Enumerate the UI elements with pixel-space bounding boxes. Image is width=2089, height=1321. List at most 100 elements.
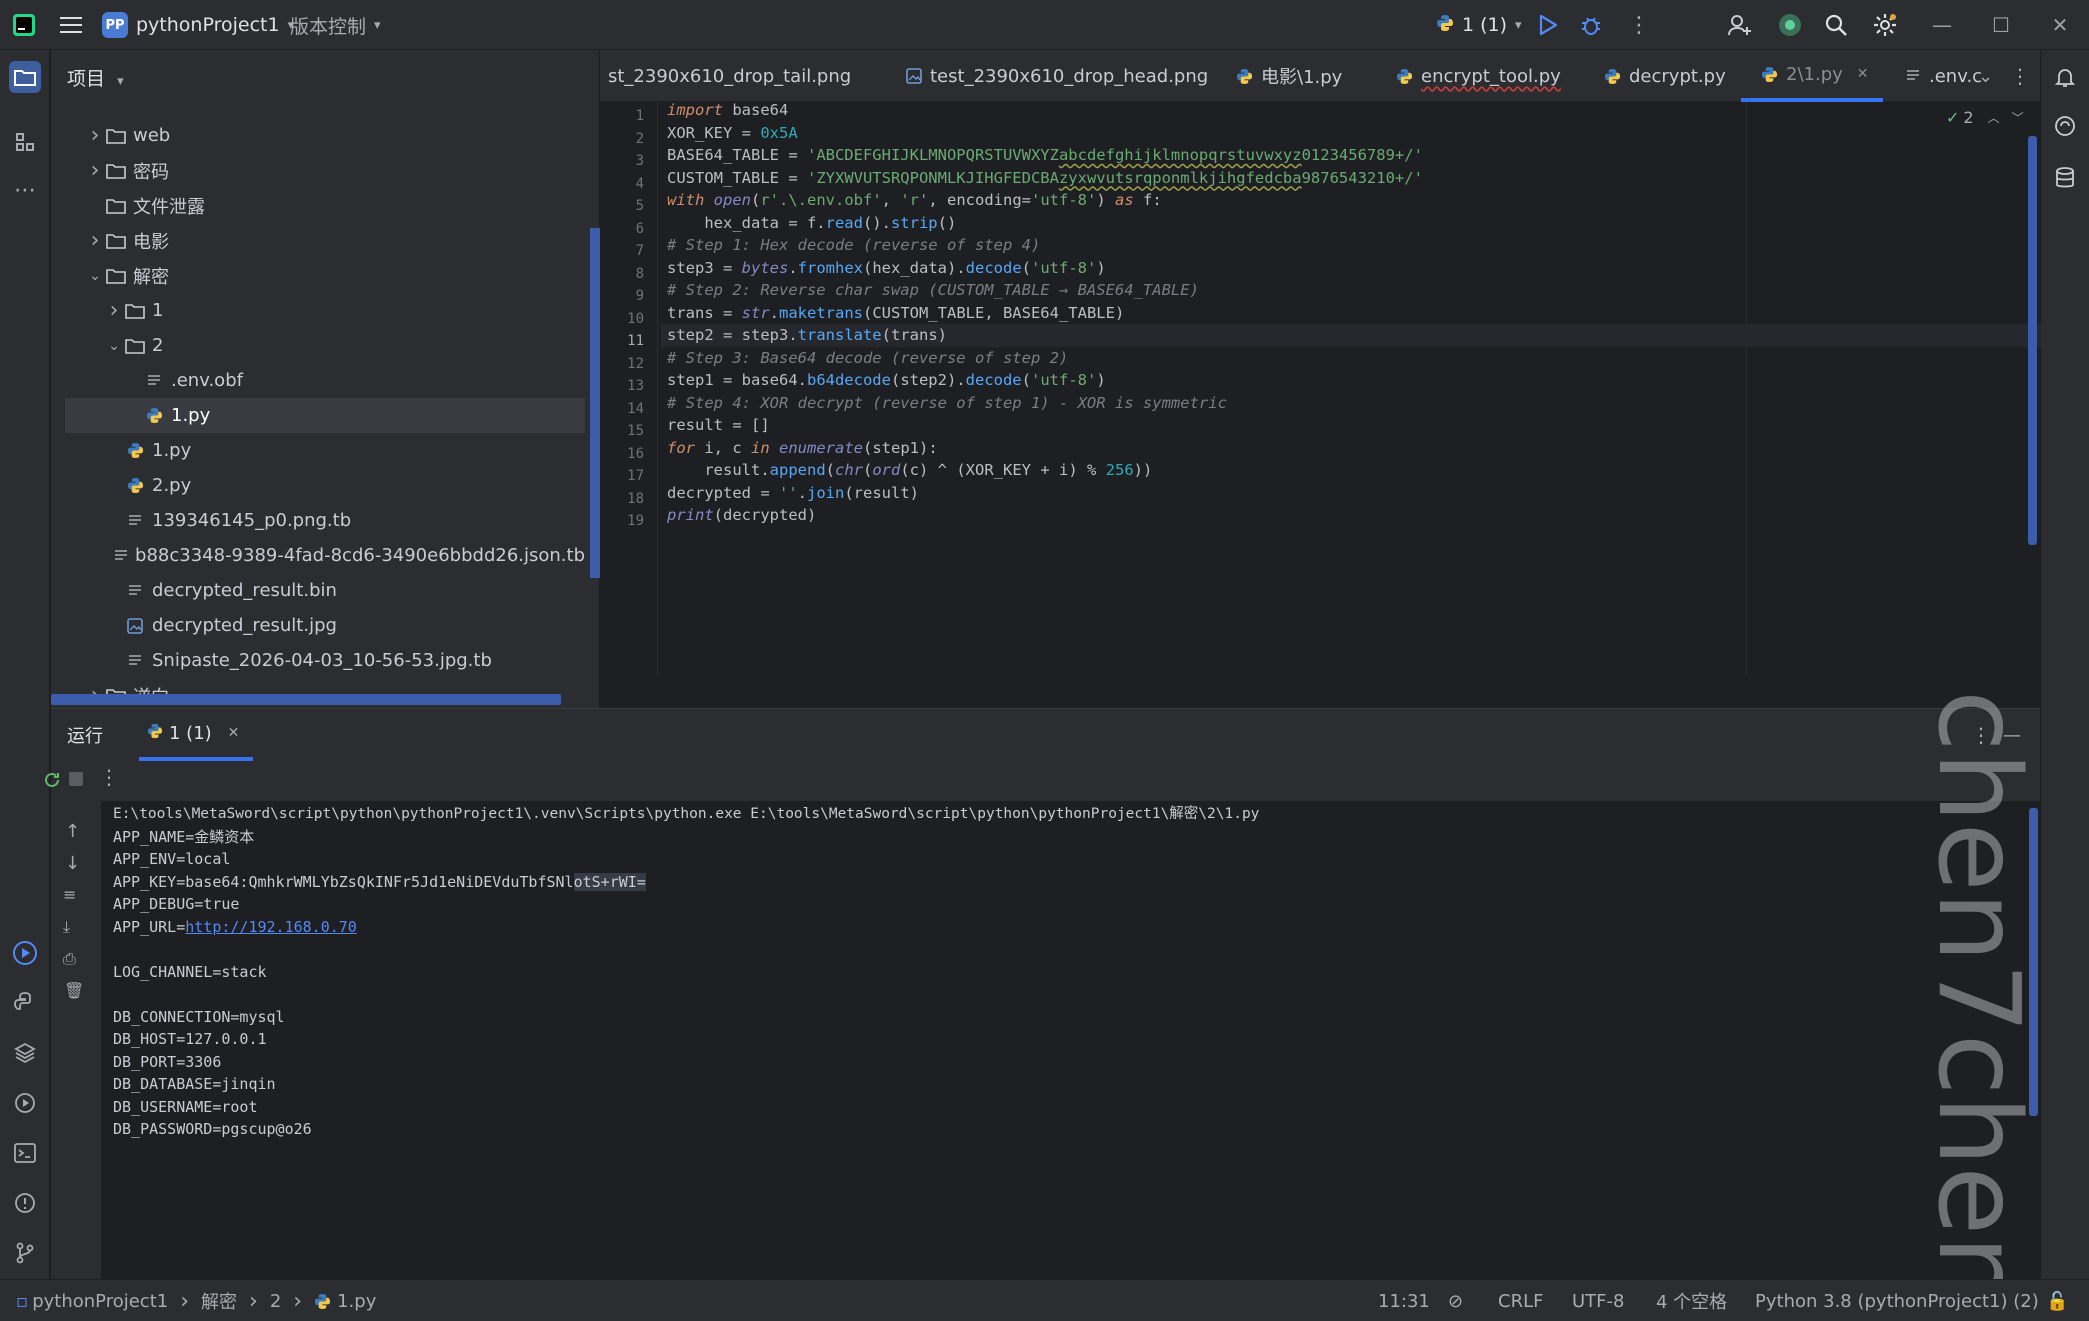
code-line[interactable]: step3 = bytes.fromhex(hex_data).decode('… xyxy=(667,257,1106,280)
run-panel-more-icon[interactable]: ⋮ xyxy=(1971,709,1991,761)
run-more-icon[interactable]: ⋮ xyxy=(99,765,119,789)
chevron-right-icon[interactable]: › xyxy=(85,228,105,253)
editor-tab[interactable]: 电影\1.py xyxy=(1216,50,1356,102)
add-user-icon[interactable] xyxy=(1728,0,1752,50)
run-tab[interactable]: 1 (1) ✕ xyxy=(139,709,254,761)
chevron-down-icon[interactable]: ﹀ xyxy=(2012,109,2024,126)
tree-item[interactable]: › 密码 xyxy=(65,153,585,188)
code-line[interactable]: BASE64_TABLE = 'ABCDEFGHIJKLMNOPQRSTUVWX… xyxy=(667,144,1423,167)
database-icon[interactable] xyxy=(2049,162,2081,194)
chevron-right-icon[interactable]: › xyxy=(85,158,105,183)
tree-item[interactable]: decrypted_result.bin xyxy=(65,573,585,608)
hide-panel-icon[interactable]: — xyxy=(2003,709,2021,761)
print-icon[interactable]: ⎙ xyxy=(63,949,76,969)
breadcrumb-item[interactable]: 2 xyxy=(270,1291,281,1312)
layers-icon[interactable] xyxy=(9,1037,41,1069)
code-line[interactable]: for i, c in enumerate(step1): xyxy=(667,437,938,460)
editor-tab[interactable]: st_2390x610_drop_tail.png xyxy=(600,50,865,102)
editor-scrollbar[interactable] xyxy=(2028,136,2037,545)
code-line[interactable]: XOR_KEY = 0x5A xyxy=(667,122,798,145)
chevron-down-icon[interactable]: ⌄ xyxy=(85,268,105,284)
debug-icon[interactable] xyxy=(1580,0,1602,50)
code-line[interactable]: step2 = step3.translate(trans) xyxy=(661,324,2041,347)
tree-item[interactable]: 文件泄露 xyxy=(65,188,585,223)
project-tree-scrollbar[interactable] xyxy=(590,228,600,578)
indent-setting[interactable]: 4 个空格 xyxy=(1656,1280,1727,1321)
project-selector[interactable]: PP pythonProject1 ▾ xyxy=(102,0,294,50)
close-icon[interactable]: ✕ xyxy=(228,725,240,741)
chevron-right-icon[interactable]: › xyxy=(104,298,124,323)
code-line[interactable]: print(decrypted) xyxy=(667,504,816,527)
code-line[interactable]: # Step 4: XOR decrypt (reverse of step 1… xyxy=(667,392,1227,415)
vcs-menu[interactable]: 版本控制 ▾ xyxy=(290,0,381,50)
settings-gear-icon[interactable] xyxy=(1872,0,1898,50)
structure-icon[interactable] xyxy=(9,126,41,158)
editor-tab[interactable]: encrypt_tool.py xyxy=(1376,50,1575,102)
run-icon[interactable] xyxy=(1538,0,1558,50)
code-line[interactable]: # Step 3: Base64 decode (reverse of step… xyxy=(667,347,1068,370)
code-line[interactable]: step1 = base64.b64decode(step2).decode('… xyxy=(667,369,1106,392)
editor-tab[interactable]: decrypt.py xyxy=(1584,50,1740,102)
ai-chat-icon[interactable] xyxy=(2049,110,2081,142)
editor-tab[interactable]: 2\1.py ✕ xyxy=(1741,50,1883,102)
problems-icon[interactable] xyxy=(9,1187,41,1219)
project-folder-icon[interactable] xyxy=(9,61,41,93)
trash-icon[interactable]: 🗑 xyxy=(64,981,84,1000)
code-line[interactable]: decrypted = ''.join(result) xyxy=(667,482,919,505)
breadcrumb-item[interactable]: 1.py xyxy=(337,1291,376,1312)
code-line[interactable]: trans = str.maketrans(CUSTOM_TABLE, BASE… xyxy=(667,302,1124,325)
tree-item[interactable]: ⌄ 解密 xyxy=(65,258,585,293)
chevron-right-icon[interactable]: › xyxy=(85,123,105,148)
app-logo-icon[interactable] xyxy=(12,0,36,50)
arrow-down-icon[interactable]: ↓ xyxy=(65,853,80,874)
chevron-up-icon[interactable]: ︿ xyxy=(1988,109,2000,126)
stop-icon[interactable] xyxy=(69,772,83,786)
run-panel-title[interactable]: 运行 xyxy=(67,709,103,761)
tree-item[interactable]: › web xyxy=(65,118,585,153)
rerun-icon[interactable] xyxy=(41,769,63,791)
tree-item[interactable]: 1.py xyxy=(65,433,585,468)
run-tool-icon[interactable] xyxy=(9,937,41,969)
console-scrollbar[interactable] xyxy=(2029,808,2038,1116)
git-branch-icon[interactable] xyxy=(9,1237,41,1269)
python-console-icon[interactable] xyxy=(9,987,41,1019)
tree-item[interactable]: 139346145_p0.png.tb xyxy=(65,503,585,538)
breadcrumb-item[interactable]: pythonProject1 xyxy=(32,1291,168,1312)
code-line[interactable]: result.append(chr(ord(c) ^ (XOR_KEY + i)… xyxy=(667,459,1152,482)
no-inspections-icon[interactable]: ⊘ xyxy=(1448,1280,1463,1321)
code-line[interactable]: CUSTOM_TABLE = 'ZYXWVUTSRQPONMLKJIHGFEDC… xyxy=(667,167,1423,190)
terminal-icon[interactable] xyxy=(9,1137,41,1169)
chevron-down-icon[interactable]: ⌄ xyxy=(104,338,124,354)
code-editor[interactable]: 1 2 3 4 5 6 7 8 9 10 11 12 13 14 15 16 17 18 19 import bas… xyxy=(600,101,2041,675)
ai-assistant-icon[interactable] xyxy=(1778,0,1802,50)
more-actions-icon[interactable]: ⋮ xyxy=(1628,0,1650,50)
tree-item[interactable]: 1.py xyxy=(65,398,585,433)
inspection-widget[interactable]: ✓ 2 ︿ ﹀ xyxy=(1946,108,2024,127)
tree-item[interactable]: › 1 xyxy=(65,293,585,328)
tree-item[interactable]: decrypted_result.jpg xyxy=(65,608,585,643)
python-interpreter[interactable]: Python 3.8 (pythonProject1) (2) xyxy=(1755,1280,2039,1321)
editor-tab[interactable]: test_2390x610_drop_head.png xyxy=(886,50,1222,102)
close-window-button[interactable]: ✕ xyxy=(2030,0,2089,50)
maximize-button[interactable]: ☐ xyxy=(1971,0,2031,50)
tree-item[interactable]: b88c3348-9389-4fad-8cd6-3490e6bbdd26.jso… xyxy=(65,538,585,573)
tree-item[interactable]: 2.py xyxy=(65,468,585,503)
lock-icon[interactable]: 🔓 xyxy=(2046,1280,2068,1321)
tree-item[interactable]: ⌄ 2 xyxy=(65,328,585,363)
code-line[interactable]: # Step 1: Hex decode (reverse of step 4) xyxy=(667,234,1040,257)
code-line[interactable]: # Step 2: Reverse char swap (CUSTOM_TABL… xyxy=(667,279,1199,302)
more-tools-icon[interactable]: ⋯ xyxy=(9,174,41,206)
caret-position[interactable]: 11:31 xyxy=(1378,1280,1430,1321)
tabs-dropdown-icon[interactable]: ⌄ xyxy=(1978,50,1993,102)
tree-item[interactable]: Snipaste_2026-04-03_10-56-53.jpg.tb xyxy=(65,643,585,678)
breadcrumb-item[interactable]: 解密 xyxy=(201,1288,237,1314)
project-tree-horizontal-scrollbar[interactable] xyxy=(51,694,561,705)
arrow-up-icon[interactable]: ↑ xyxy=(65,821,80,842)
code-line[interactable]: result = [] xyxy=(667,414,770,437)
tree-item[interactable]: › 电影 xyxy=(65,223,585,258)
line-separator[interactable]: CRLF xyxy=(1498,1280,1543,1321)
scroll-to-end-icon[interactable]: ⤓ xyxy=(63,917,70,937)
search-icon[interactable] xyxy=(1824,0,1848,50)
minimize-button[interactable]: — xyxy=(1912,0,1972,50)
run-config-selector[interactable]: 1 (1) ▾ xyxy=(1436,0,1522,50)
